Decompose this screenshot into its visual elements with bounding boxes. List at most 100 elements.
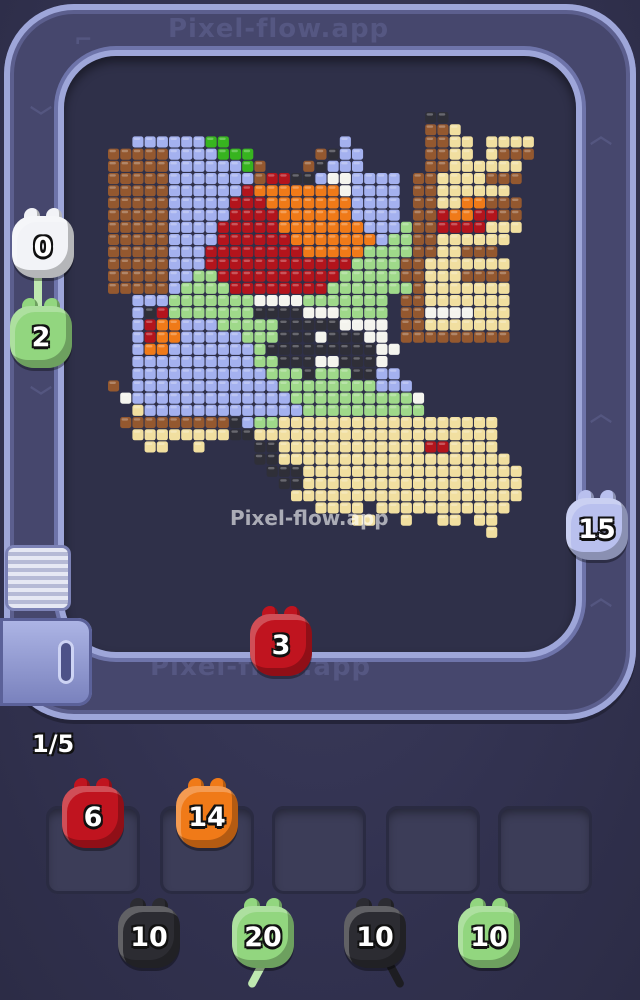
slot-4[interactable]	[386, 806, 480, 894]
pixel-highlight	[353, 369, 360, 372]
slot-pig-orange[interactable]: 14	[176, 776, 238, 850]
pixel-highlight	[219, 345, 226, 348]
pixel-highlight	[255, 393, 263, 397]
pixel-highlight	[353, 186, 360, 189]
pixel-highlight	[109, 223, 116, 226]
pixel-highlight	[365, 442, 373, 445]
pixel-highlight	[499, 137, 507, 140]
pixel-highlight	[146, 198, 153, 201]
lavender-pig-count: 15	[578, 514, 616, 545]
slot-pig-red[interactable]: 6	[62, 776, 124, 850]
pixel-highlight	[231, 345, 238, 348]
pixel-highlight	[121, 418, 129, 421]
pixel-highlight	[133, 210, 141, 214]
pixel-highlight	[304, 259, 312, 262]
pixel-highlight	[243, 332, 251, 336]
pixel-highlight	[255, 308, 263, 311]
queue-pig-black-2[interactable]: 10	[344, 896, 406, 970]
pixel-highlight	[414, 406, 421, 409]
pixel-highlight	[182, 430, 190, 433]
pixel-highlight	[304, 467, 312, 470]
pixel-highlight	[475, 503, 482, 506]
pixel-highlight	[414, 210, 421, 214]
queue-pig-count: 10	[130, 922, 168, 953]
queue-pig-green-1[interactable]: 20	[232, 896, 294, 970]
pixel-highlight	[255, 247, 263, 250]
pixel-highlight	[329, 345, 336, 348]
pixel-highlight	[329, 320, 336, 323]
pixel-highlight	[390, 198, 397, 201]
pixel-highlight	[207, 259, 214, 262]
pixel-highlight	[255, 320, 263, 323]
pixel-highlight	[304, 198, 312, 201]
pixel-highlight	[158, 284, 165, 287]
pixel-highlight	[158, 186, 165, 189]
pixel-highlight	[390, 247, 397, 250]
pixel-highlight	[280, 210, 287, 214]
pixel-highlight	[280, 320, 287, 323]
pixel-highlight	[414, 503, 421, 506]
pixel-highlight	[499, 308, 507, 311]
track-red-pig-shooter[interactable]: 3	[250, 604, 312, 678]
pixel-highlight	[463, 332, 470, 336]
pixel-highlight	[243, 357, 251, 360]
queue-pig-green-2[interactable]: 10	[458, 896, 520, 970]
pixel-highlight	[329, 296, 336, 299]
pixel-highlight	[292, 174, 299, 177]
pixel-highlight	[499, 198, 507, 201]
green-pig-shooter[interactable]: 2	[10, 296, 72, 370]
pixel-highlight	[146, 271, 153, 275]
pixel-highlight	[438, 235, 446, 238]
pixel-highlight	[268, 442, 275, 445]
pixel-highlight	[255, 284, 263, 287]
pixel-highlight	[377, 284, 385, 287]
pixel-highlight	[304, 357, 312, 360]
pixel-highlight	[304, 296, 312, 299]
pixel-highlight	[207, 186, 214, 189]
pixel-highlight	[316, 162, 324, 165]
white-pig-shooter[interactable]: 0	[12, 206, 74, 280]
pixel-highlight	[365, 259, 373, 262]
pixel-highlight	[438, 271, 446, 275]
pixel-highlight	[475, 320, 482, 323]
pixel-highlight	[463, 467, 470, 470]
pixel-highlight	[438, 442, 446, 445]
pixel-highlight	[146, 223, 153, 226]
pixel-highlight	[353, 198, 360, 201]
pixel-highlight	[402, 271, 409, 275]
pixel-highlight	[512, 149, 519, 153]
pixel-highlight	[341, 381, 348, 384]
pixel-highlight	[292, 284, 299, 287]
slot-5[interactable]	[498, 806, 592, 894]
pixel-highlight	[255, 198, 263, 201]
pixel-highlight	[219, 393, 226, 397]
slot-3[interactable]	[272, 806, 366, 894]
pixel-highlight	[133, 235, 141, 238]
pixel-highlight	[243, 369, 251, 372]
pixel-highlight	[341, 320, 348, 323]
pixel-highlight	[365, 369, 373, 372]
pixel-highlight	[194, 271, 202, 275]
pixel-highlight	[487, 174, 495, 177]
pixel-highlight	[268, 418, 275, 421]
lavender-pig-shooter[interactable]: 15	[566, 488, 628, 562]
pixel-highlight	[292, 393, 299, 397]
pixel-highlight	[451, 198, 458, 201]
pixel-highlight	[499, 491, 507, 494]
pixel-highlight	[194, 247, 202, 250]
pixel-highlight	[292, 223, 299, 226]
pixel-highlight	[426, 430, 434, 433]
pixel-highlight	[414, 442, 421, 445]
pixel-highlight	[158, 223, 165, 226]
pixel-highlight	[231, 174, 238, 177]
pixel-highlight	[451, 223, 458, 226]
pixel-highlight	[133, 271, 141, 275]
pixel-highlight	[292, 247, 299, 250]
pixel-highlight	[182, 223, 190, 226]
pixel-highlight	[365, 186, 373, 189]
pixel-highlight	[329, 162, 336, 165]
pixel-highlight	[438, 332, 446, 336]
slot-pig-red-count: 6	[83, 802, 103, 833]
queue-pig-black-1[interactable]: 10	[118, 896, 180, 970]
pixel-highlight	[316, 430, 324, 433]
